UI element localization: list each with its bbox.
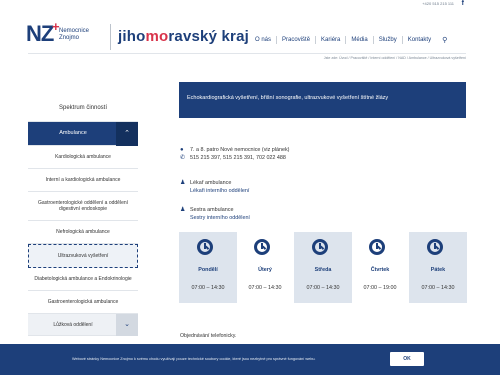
- day-monday: Pondělí 07:00 – 14:30: [179, 232, 237, 303]
- cookie-ok-button[interactable]: OK: [390, 352, 424, 366]
- sidebar-subitem-label: Diabetologická ambulance a Endokrinologi…: [34, 276, 132, 282]
- sidebar-subitem[interactable]: Interní a kardiologická ambulance: [28, 169, 138, 192]
- phone-row: ✆ 515 215 397, 515 215 391, 702 022 488: [180, 154, 289, 162]
- location-row: ● 7. a 8. patro Nové nemocnice (viz plán…: [180, 146, 289, 154]
- clock-icon: [197, 239, 213, 255]
- sidebar-subitem[interactable]: Diabetologická ambulance a Endokrinologi…: [28, 268, 138, 291]
- sidebar-subitem-label: Nefrologická ambulance: [56, 229, 110, 235]
- sidebar-subitem-label: Ultrazvuková vyšetření: [57, 253, 109, 259]
- header-rule: [28, 53, 466, 54]
- day-hours: 07:00 – 14:30: [306, 285, 340, 291]
- sidebar-title[interactable]: Spektrum činností: [28, 96, 138, 122]
- sidebar-subitem-label: Gastroenterologické oddělení a oddělení …: [37, 200, 129, 212]
- header-phone[interactable]: +420 515 215 111: [422, 1, 454, 6]
- site-header: NZ + Nemocnice Znojmo jihomoravský kraj …: [0, 10, 500, 52]
- nurse-contact: ♟ Sestra ambulance Sestry interního oddě…: [180, 206, 250, 222]
- brand-part1: jiho: [118, 28, 146, 45]
- sidebar-item-ambulance[interactable]: Ambulance ⌃: [28, 122, 138, 146]
- day-name: Úterý: [258, 267, 272, 273]
- day-name: Pátek: [430, 267, 446, 273]
- chevron-up-icon[interactable]: ⌃: [116, 122, 138, 146]
- day-wednesday: Středa 07:00 – 14:30: [294, 232, 352, 303]
- user-icon: ♟: [180, 207, 186, 213]
- sidebar-subitem[interactable]: Gastroenterologická ambulance: [28, 291, 138, 314]
- sidebar-item-label: Ambulance: [59, 130, 87, 136]
- phone-icon: ✆: [180, 155, 186, 161]
- nurse-label-row: ♟ Sestra ambulance: [180, 206, 250, 214]
- day-friday: Pátek 07:00 – 14:30: [409, 232, 467, 303]
- cookie-bar: Webové stránky Nemocnice Znojmo k svému …: [0, 344, 500, 375]
- facebook-icon[interactable]: f: [462, 0, 464, 7]
- doctor-label-row: ♟ Lékař ambulance: [180, 179, 249, 187]
- booking-note: Objednávání telefonicky.: [180, 333, 237, 339]
- chevron-down-icon[interactable]: ⌄: [116, 314, 138, 336]
- location-text: 7. a 8. patro Nové nemocnice (viz plánek…: [190, 147, 290, 153]
- day-thursday: Čtvrtek 07:00 – 19:00: [351, 232, 409, 303]
- breadcrumb[interactable]: Jste zde: Úvod / Pracoviště / Interní od…: [324, 56, 466, 60]
- day-name: Pondělí: [198, 267, 218, 273]
- nurse-link[interactable]: Sestry interního oddělení: [180, 214, 250, 222]
- nav-item-sluzby[interactable]: Služby: [372, 36, 402, 44]
- doctor-contact: ♟ Lékař ambulance Lékaři interního odděl…: [180, 179, 249, 195]
- sidebar-subitem-label: Gastroenterologická ambulance: [47, 299, 119, 305]
- map-pin-icon: ●: [180, 147, 184, 153]
- day-hours: 07:00 – 19:00: [363, 285, 397, 291]
- sidebar-subitem[interactable]: Nefrologická ambulance: [28, 221, 138, 244]
- day-hours: 07:00 – 14:30: [421, 285, 455, 291]
- day-tuesday: Úterý 07:00 – 14:30: [236, 232, 294, 303]
- region-brand[interactable]: jihomoravský kraj: [118, 28, 249, 45]
- logo-line2: Znojmo: [59, 35, 80, 41]
- logo-mark: NZ: [26, 21, 54, 46]
- nav-item-pracoviste[interactable]: Pracoviště: [276, 36, 315, 44]
- opening-hours: Pondělí 07:00 – 14:30 Úterý 07:00 – 14:3…: [179, 232, 467, 303]
- nurse-label: Sestra ambulance: [190, 207, 234, 213]
- search-icon[interactable]: ⚲: [436, 36, 447, 44]
- main-nav: O nás Pracoviště Kariéra Média Služby Ko…: [250, 35, 447, 45]
- user-icon: ♟: [180, 180, 186, 186]
- sidebar-subitem-label: Interní a kardiologická ambulance: [45, 177, 121, 183]
- doctor-label: Lékař ambulance: [190, 180, 232, 186]
- day-name: Středa: [314, 267, 332, 273]
- logo[interactable]: NZ + Nemocnice Znojmo: [26, 19, 100, 52]
- page-title-banner: Echokardiografická vyšetření, břišní son…: [179, 82, 466, 118]
- brand-part3: ravský kraj: [168, 28, 249, 45]
- sidebar-subitem[interactable]: Gastroenterologické oddělení a oddělení …: [28, 192, 138, 221]
- location-info: ● 7. a 8. patro Nové nemocnice (viz plán…: [180, 146, 289, 162]
- nav-item-media[interactable]: Média: [345, 36, 372, 44]
- clock-icon: [427, 239, 443, 255]
- day-name: Čtvrtek: [370, 267, 390, 273]
- day-hours: 07:00 – 14:30: [248, 285, 282, 291]
- brand-part2: mo: [145, 28, 169, 45]
- logo-line1: Nemocnice: [59, 28, 90, 34]
- clock-icon: [254, 239, 270, 255]
- nav-item-kontakty[interactable]: Kontakty: [401, 36, 436, 44]
- sidebar-item-label: Lůžková oddělení: [53, 322, 93, 328]
- logo-text: Nemocnice Znojmo: [59, 28, 89, 42]
- clock-icon: [369, 239, 385, 255]
- header-divider: [110, 24, 111, 50]
- sidebar-item-luzkova[interactable]: Lůžková oddělení ⌄: [28, 314, 138, 336]
- sidebar-subitem-label: Kardiologická ambulance: [55, 154, 111, 160]
- sidebar-subitem[interactable]: Kardiologická ambulance: [28, 146, 138, 169]
- nav-item-o-nas[interactable]: O nás: [250, 36, 276, 44]
- sidebar-subitem-selected[interactable]: Ultrazvuková vyšetření: [28, 244, 138, 268]
- phone-numbers[interactable]: 515 215 397, 515 215 391, 702 022 488: [190, 155, 286, 161]
- clock-icon: [312, 239, 328, 255]
- cookie-message: Webové stránky Nemocnice Znojmo k svému …: [72, 357, 316, 361]
- doctor-link[interactable]: Lékaři interního oddělení: [180, 187, 249, 195]
- day-hours: 07:00 – 14:30: [191, 285, 225, 291]
- sidebar-title-label: Spektrum činností: [58, 105, 108, 111]
- nav-item-kariera[interactable]: Kariéra: [315, 36, 345, 44]
- sidebar: Spektrum činností Ambulance ⌃ Kardiologi…: [28, 96, 138, 336]
- top-strip: +420 515 215 111 f: [0, 0, 500, 10]
